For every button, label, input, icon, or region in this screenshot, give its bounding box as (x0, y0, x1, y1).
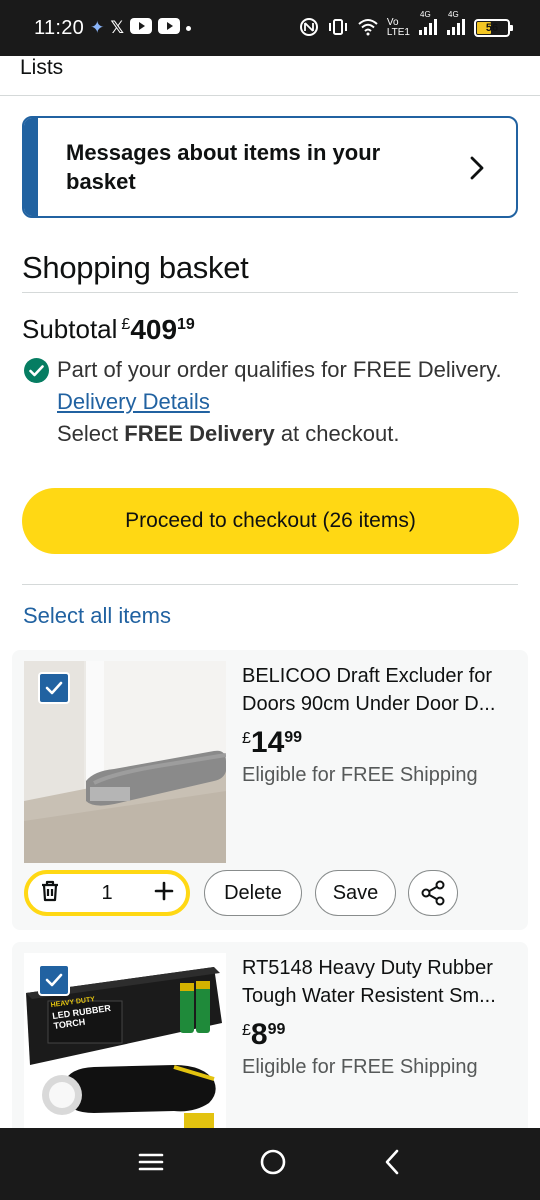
quantity-stepper[interactable]: 1 (24, 870, 190, 916)
battery-icon: 56 (474, 19, 513, 37)
card-accent-bar (24, 118, 38, 216)
share-button[interactable] (408, 870, 458, 916)
vibrate-icon (327, 17, 349, 40)
item-shipping: Eligible for FREE Shipping (242, 1056, 478, 1078)
item-price: £ 8 99 (242, 1018, 286, 1051)
divider (22, 584, 518, 585)
item-title-link[interactable]: RT5148 Heavy Duty Rubber Tough Water Res… (242, 954, 517, 1010)
free-delivery-message: Part of your order qualifies for FREE De… (22, 354, 502, 450)
messages-about-items-card[interactable]: Messages about items in your basket (22, 116, 518, 218)
menu-icon[interactable] (138, 1151, 164, 1178)
free-delivery-text: Part of your order qualifies for FREE De… (57, 357, 502, 382)
trash-icon[interactable] (40, 880, 60, 907)
page-title: Shopping basket (22, 250, 249, 285)
network-label: Vo LTE1 (386, 17, 410, 38)
quantity-value: 1 (101, 881, 113, 904)
lists-header: Lists (0, 56, 540, 96)
notification-dot-icon (186, 25, 192, 31)
basket-item: VELLCOM HEAVY DUTY LED RUBBER TORCH RT51… (12, 942, 528, 1142)
status-bar: 11:20 ✦ 𝕏 Vo LTE1 4G 4G 56 (0, 0, 540, 56)
subtotal: Subtotal £ 409 19 (22, 314, 195, 346)
nfc-icon (299, 17, 319, 40)
delete-button[interactable]: Delete (204, 870, 302, 916)
select-all-link[interactable]: Select all items (23, 603, 171, 629)
select-bold: FREE Delivery (124, 421, 275, 446)
item-checkbox[interactable] (38, 964, 70, 996)
home-icon[interactable] (259, 1148, 287, 1181)
delivery-details-link[interactable]: Delivery Details (57, 389, 210, 414)
share-icon (421, 880, 445, 906)
youtube-icon (130, 17, 153, 39)
subtotal-label: Subtotal (22, 314, 118, 344)
check-circle-icon (24, 358, 49, 383)
status-time: 11:20 (34, 16, 85, 39)
select-prefix: Select (57, 421, 119, 446)
product-image[interactable] (24, 661, 226, 863)
basket-item: BELICOO Draft Excluder for Doors 90cm Un… (12, 650, 528, 930)
messages-card-text: Messages about items in your basket (66, 140, 381, 194)
signal-icon: 4G (418, 10, 438, 39)
divider (22, 292, 518, 293)
proceed-to-checkout-button[interactable]: Proceed to checkout (26 items) (22, 488, 519, 554)
subtotal-whole: 409 (130, 314, 178, 345)
subtotal-fraction: 19 (177, 316, 195, 333)
back-icon[interactable] (382, 1148, 402, 1181)
sparkle-icon: ✦ (90, 18, 105, 37)
system-nav-bar (0, 1128, 540, 1200)
wifi-icon (357, 18, 379, 39)
item-shipping: Eligible for FREE Shipping (242, 764, 478, 786)
x-logo-icon: 𝕏 (110, 18, 125, 37)
product-image[interactable]: VELLCOM HEAVY DUTY LED RUBBER TORCH (24, 953, 226, 1139)
youtube-icon (158, 17, 181, 39)
save-for-later-button[interactable]: Save (315, 870, 396, 916)
plus-icon[interactable] (154, 881, 174, 906)
item-title-link[interactable]: BELICOO Draft Excluder for Doors 90cm Un… (242, 662, 517, 718)
select-suffix: at checkout. (280, 421, 400, 446)
item-checkbox[interactable] (38, 672, 70, 704)
item-price: £ 14 99 (242, 726, 303, 759)
subtotal-currency: £ (121, 316, 131, 333)
chevron-right-icon (470, 156, 484, 180)
lists-link[interactable]: Lists (20, 56, 63, 80)
signal-icon: 4G (446, 10, 466, 39)
